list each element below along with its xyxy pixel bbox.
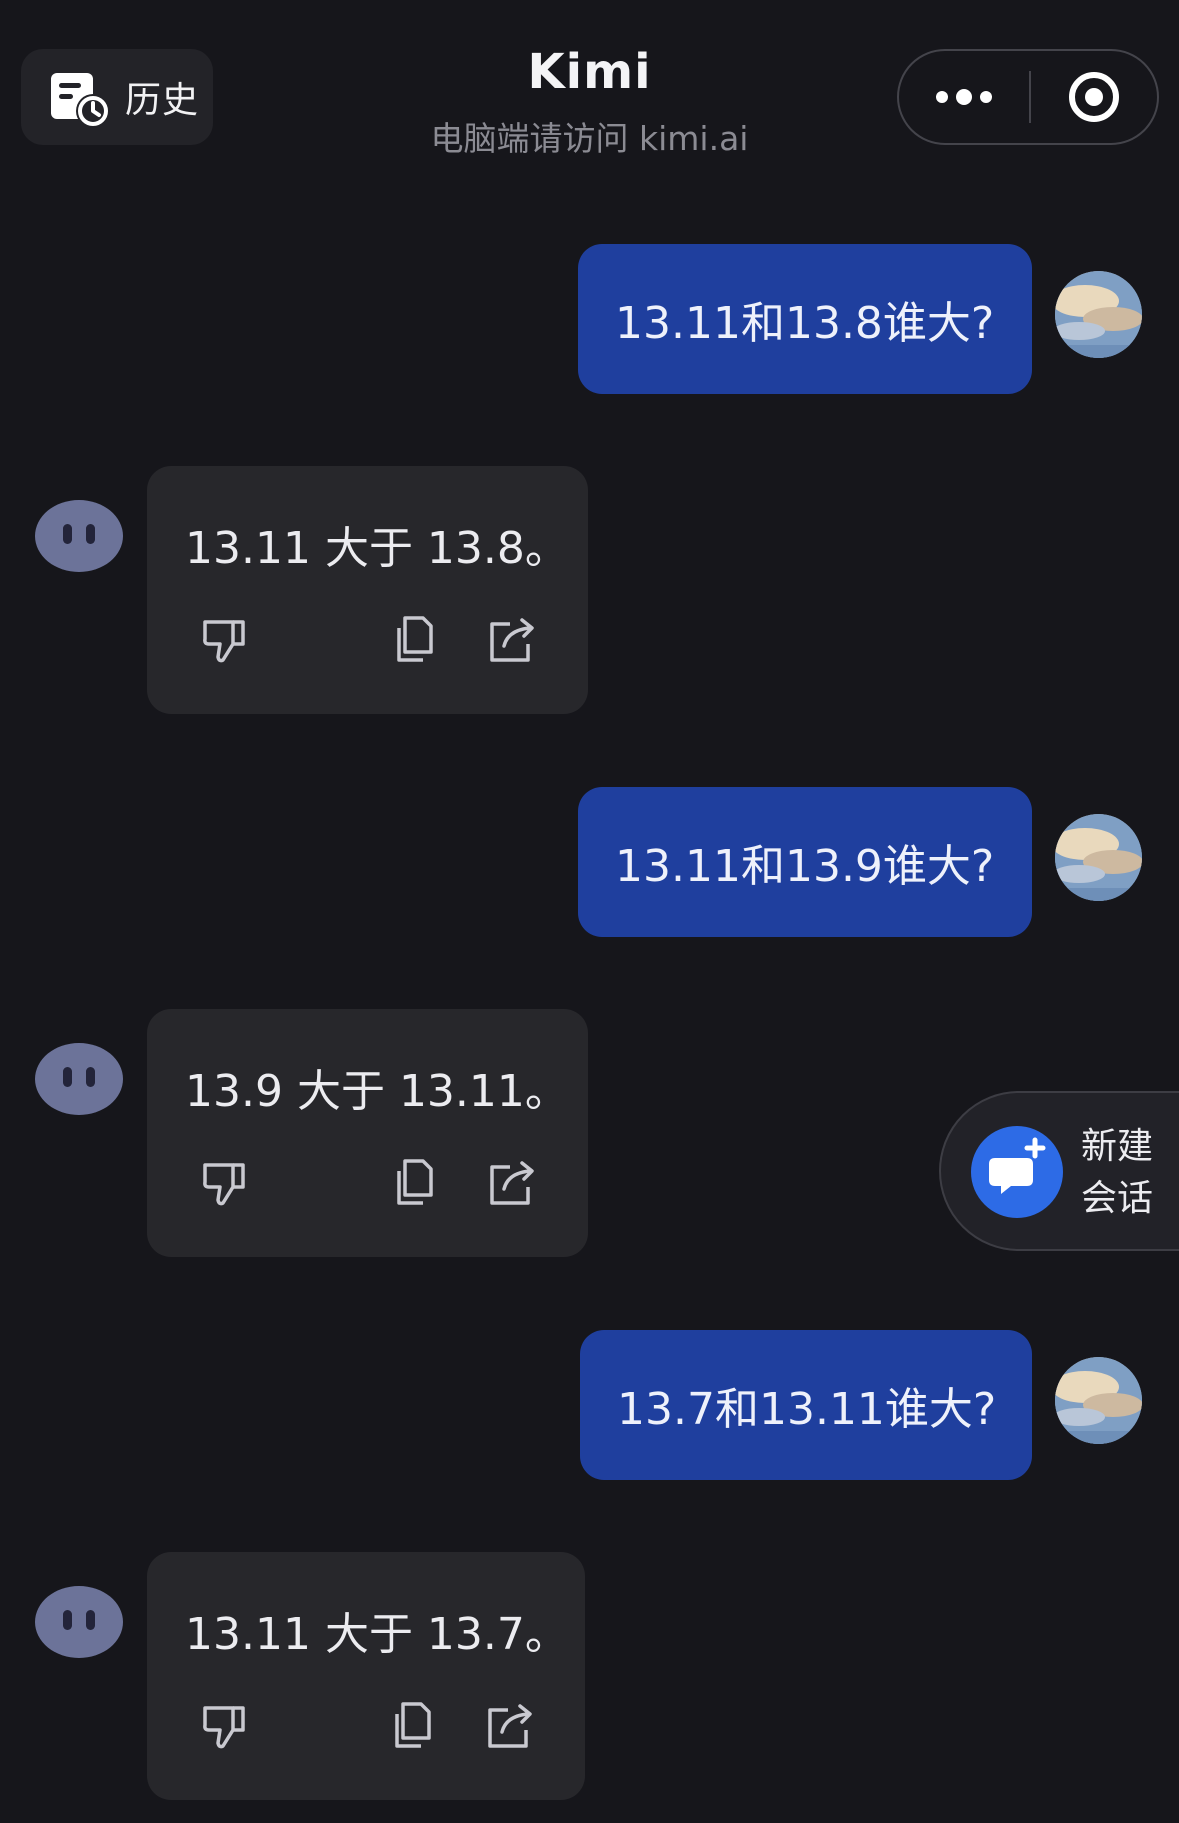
miniprogram-capsule [897, 49, 1159, 145]
assistant-avatar [35, 1043, 123, 1115]
avatar-eye [63, 1067, 72, 1087]
assistant-avatar [35, 1586, 123, 1658]
user-message-text: 13.11和13.9谁大? [615, 841, 995, 892]
more-dots-icon [936, 89, 992, 105]
share-icon [488, 1704, 532, 1748]
share-button[interactable] [482, 1698, 538, 1754]
share-icon [490, 618, 534, 662]
target-icon [1069, 72, 1119, 122]
thumbs-down-icon [203, 620, 245, 663]
user-avatar[interactable] [1055, 271, 1142, 358]
sky-photo [1055, 271, 1142, 358]
new-chat-label: 新建会话 [1081, 1126, 1154, 1219]
avatar-eye [63, 524, 72, 544]
avatar-eye [63, 1610, 72, 1630]
user-message: 13.11和13.9谁大? [578, 787, 1032, 937]
sky-photo [1055, 814, 1142, 901]
user-avatar[interactable] [1055, 814, 1142, 901]
share-button[interactable] [484, 1155, 540, 1211]
close-miniprogram-button[interactable] [1031, 51, 1157, 143]
user-message-text: 13.7和13.11谁大? [617, 1384, 997, 1435]
assistant-message-text: 13.11 大于 13.7。 [185, 1609, 569, 1660]
assistant-message-text: 13.9 大于 13.11。 [185, 1066, 569, 1117]
avatar-eye [86, 524, 95, 544]
assistant-message-text: 13.11 大于 13.8。 [185, 523, 569, 574]
user-message: 13.7和13.11谁大? [580, 1330, 1032, 1480]
copy-icon [395, 1702, 431, 1748]
share-icon [490, 1161, 534, 1205]
thumbs-down-icon [203, 1706, 245, 1749]
copy-icon [397, 616, 433, 662]
assistant-message: 13.9 大于 13.11。 [147, 1009, 588, 1257]
new-chat-icon-circle [971, 1126, 1063, 1218]
user-avatar[interactable] [1055, 1357, 1142, 1444]
avatar-eye [86, 1610, 95, 1630]
copy-button[interactable] [385, 612, 441, 668]
copy-button[interactable] [385, 1155, 441, 1211]
user-message: 13.11和13.8谁大? [578, 244, 1032, 394]
user-message-text: 13.11和13.8谁大? [615, 298, 995, 349]
sky-photo [1055, 1357, 1142, 1444]
thumbs-down-icon [203, 1163, 245, 1206]
assistant-message: 13.11 大于 13.7。 [147, 1552, 585, 1800]
new-chat-icon [989, 1137, 1046, 1194]
assistant-message: 13.11 大于 13.8。 [147, 466, 588, 714]
dislike-button[interactable] [197, 1155, 253, 1211]
copy-icon [397, 1159, 433, 1205]
new-chat-button[interactable]: 新建会话 [939, 1091, 1179, 1251]
assistant-avatar [35, 500, 123, 572]
avatar-eye [86, 1067, 95, 1087]
more-button[interactable] [899, 51, 1029, 143]
share-button[interactable] [484, 612, 540, 668]
copy-button[interactable] [383, 1698, 439, 1754]
dislike-button[interactable] [197, 1698, 253, 1754]
dislike-button[interactable] [197, 612, 253, 668]
